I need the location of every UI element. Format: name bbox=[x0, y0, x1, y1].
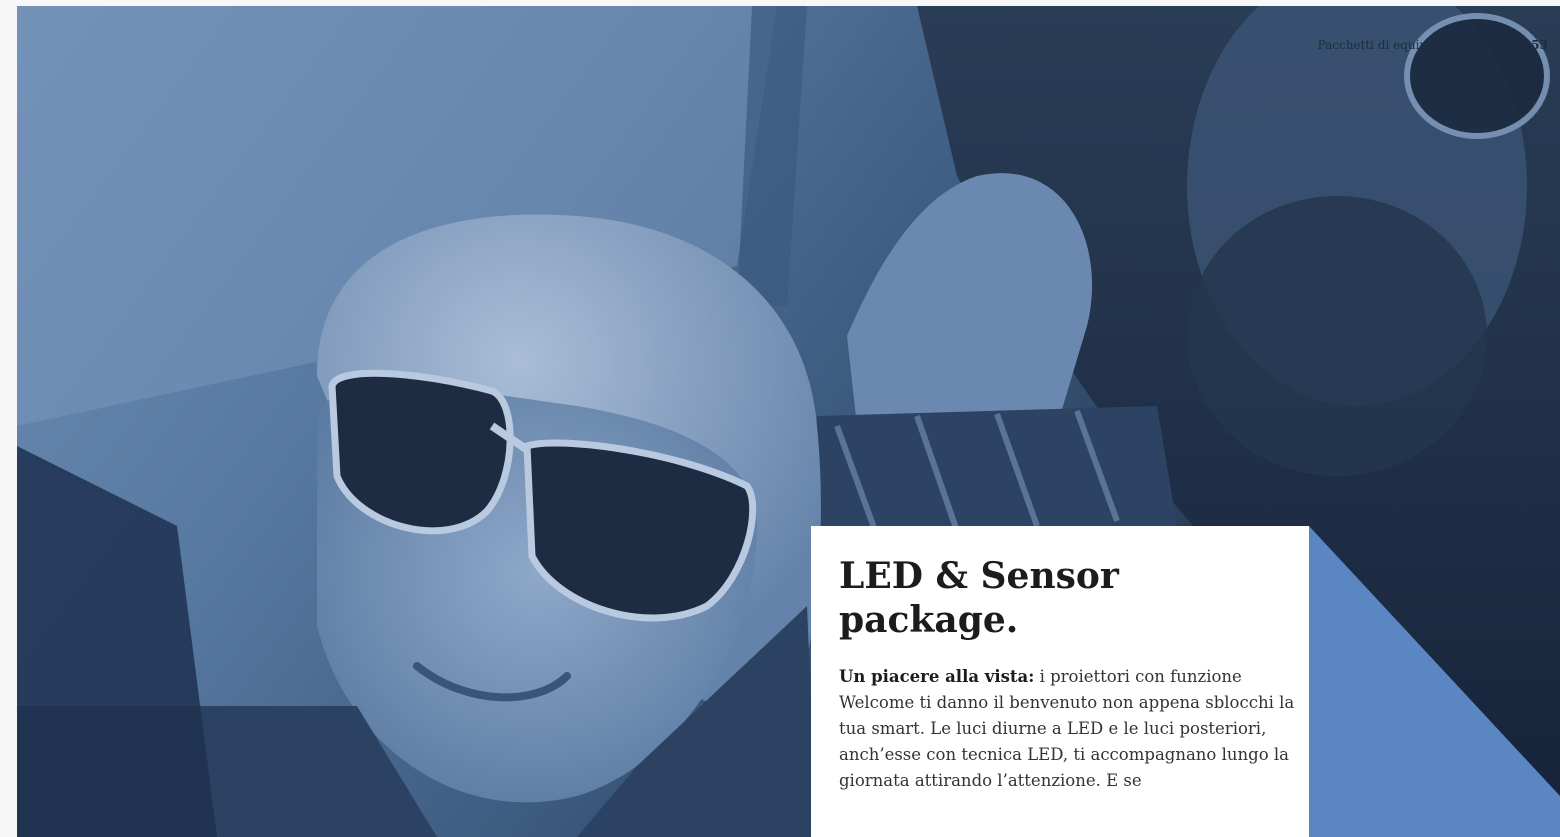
feature-title-line2: package. bbox=[839, 599, 1019, 641]
feature-text-card: LED & Sensor package. Un piacere alla vi… bbox=[811, 526, 1309, 837]
running-head: Pacchetti di equipaggiamenti 52 53 bbox=[1318, 36, 1548, 54]
feature-title: LED & Sensor package. bbox=[839, 554, 1279, 642]
page-number-right: 53 bbox=[1531, 38, 1548, 52]
section-title: Pacchetti di equipaggiamenti bbox=[1317, 38, 1496, 52]
page-number-left: 52 bbox=[1501, 38, 1519, 52]
feature-title-line1: LED & Sensor bbox=[839, 555, 1119, 597]
feature-body: Un piacere alla vista: i proiettori con … bbox=[839, 664, 1295, 794]
feature-lead: Un piacere alla vista: bbox=[839, 667, 1035, 686]
magazine-spread: Pacchetti di equipaggiamenti 52 53 LED &… bbox=[17, 6, 1560, 837]
duotone-photo-couple-with-sunglasses bbox=[17, 6, 1560, 837]
page-divider bbox=[1524, 36, 1526, 54]
